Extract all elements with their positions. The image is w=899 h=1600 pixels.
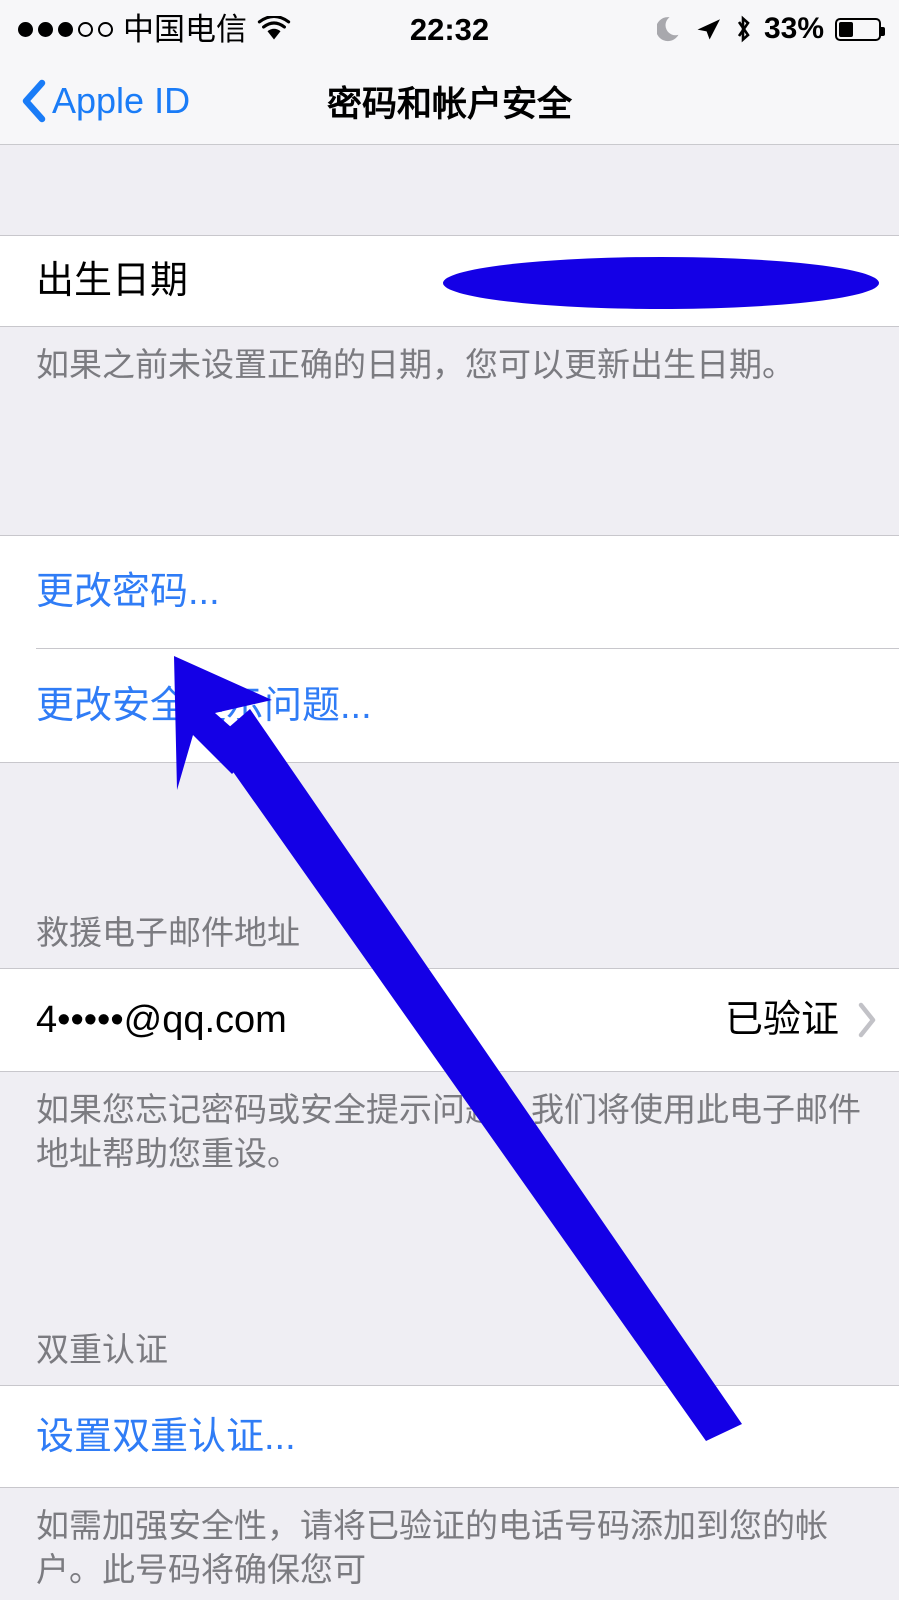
status-bar-left: 中国电信 xyxy=(18,14,291,45)
change-security-questions-label: 更改安全提示问题... xyxy=(36,684,372,727)
moon-icon xyxy=(656,15,683,43)
birthday-value xyxy=(866,262,877,300)
two-factor-footer: 如需加强安全性，请将已验证的电话号码添加到您的帐户。此号码将确保您可 xyxy=(0,1488,899,1600)
navigation-bar: Apple ID 密码和帐户安全 xyxy=(0,58,899,145)
signal-dot-4 xyxy=(78,21,93,37)
birthday-footer: 如果之前未设置正确的日期，您可以更新出生日期。 xyxy=(0,327,899,535)
settings-table: 出生日期 如果之前未设置正确的日期，您可以更新出生日期。 更改密码... 更改安… xyxy=(0,145,899,1600)
two-factor-section-header: 双重认证 xyxy=(0,1270,899,1385)
back-button-label: Apple ID xyxy=(52,80,191,121)
signal-dot-2 xyxy=(38,21,53,37)
signal-dot-5 xyxy=(98,21,113,37)
rescue-email-status: 已验证 xyxy=(724,999,839,1041)
signal-dot-3 xyxy=(58,21,73,37)
status-bar: 中国电信 22:32 33% xyxy=(0,0,899,58)
signal-dot-1 xyxy=(18,21,33,37)
bluetooth-icon xyxy=(733,14,753,44)
battery-percentage: 33% xyxy=(763,12,824,45)
rescue-email-row[interactable]: 4•••••@qq.com 已验证 xyxy=(0,968,899,1072)
chevron-left-icon xyxy=(20,79,46,123)
change-security-questions-row[interactable]: 更改安全提示问题... xyxy=(0,648,899,763)
battery-icon xyxy=(835,17,885,41)
birthday-label: 出生日期 xyxy=(36,260,189,302)
wifi-icon xyxy=(257,16,291,42)
status-bar-right: 33% xyxy=(656,12,885,45)
back-button[interactable]: Apple ID xyxy=(20,58,190,144)
birthday-row[interactable]: 出生日期 xyxy=(0,235,899,327)
location-arrow-icon xyxy=(694,16,722,42)
rescue-email-address: 4•••••@qq.com xyxy=(36,999,287,1041)
chevron-right-icon xyxy=(857,1002,877,1038)
change-password-label: 更改密码... xyxy=(36,570,220,613)
signal-strength-dots xyxy=(18,21,113,37)
rescue-email-section-header: 救援电子邮件地址 xyxy=(0,763,899,968)
battery-fill xyxy=(839,21,853,37)
group-spacer-top xyxy=(0,145,899,235)
setup-two-factor-label: 设置双重认证... xyxy=(36,1415,296,1458)
rescue-email-footer: 如果您忘记密码或安全提示问题，我们将使用此电子邮件地址帮助您重设。 xyxy=(0,1072,899,1270)
iphone-screen: 中国电信 22:32 33% Apple ID 密码和帐户安全 出生日期 如果之… xyxy=(0,0,899,1600)
carrier-name: 中国电信 xyxy=(123,11,247,47)
battery-nub xyxy=(881,26,885,36)
change-password-row[interactable]: 更改密码... xyxy=(0,535,899,648)
setup-two-factor-row[interactable]: 设置双重认证... xyxy=(0,1385,899,1488)
